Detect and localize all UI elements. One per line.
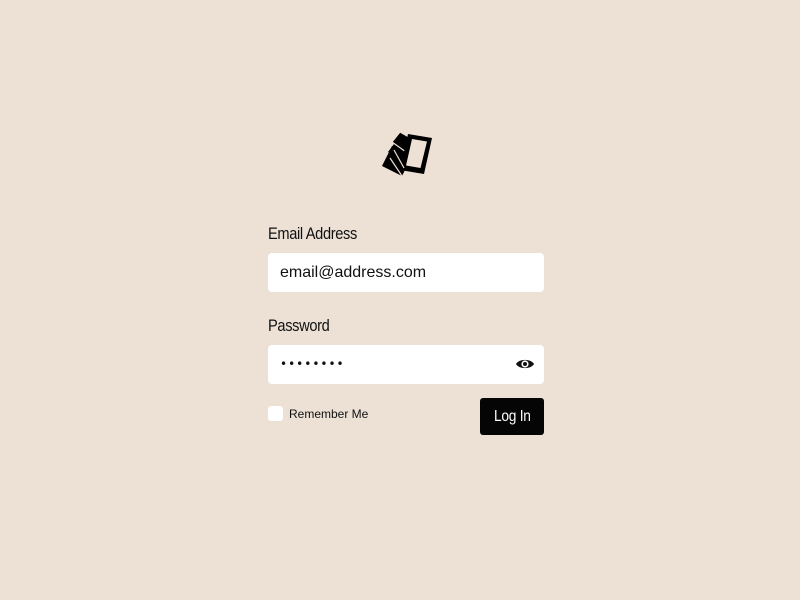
login-button-label: Log In [493, 407, 531, 425]
login-button[interactable]: Log In [480, 398, 544, 435]
password-input[interactable]: •••••••• [280, 345, 345, 384]
stacked-cards-logo-icon [382, 131, 432, 177]
password-field[interactable]: •••••••• [268, 345, 544, 384]
email-field[interactable] [268, 253, 544, 292]
password-label: Password [268, 316, 330, 335]
logo [378, 128, 436, 188]
remember-me-label[interactable]: Remember Me [289, 407, 368, 421]
eye-icon[interactable] [515, 356, 535, 372]
email-label: Email Address [268, 224, 357, 243]
remember-me-checkbox[interactable] [268, 406, 283, 421]
email-input[interactable] [268, 253, 544, 292]
